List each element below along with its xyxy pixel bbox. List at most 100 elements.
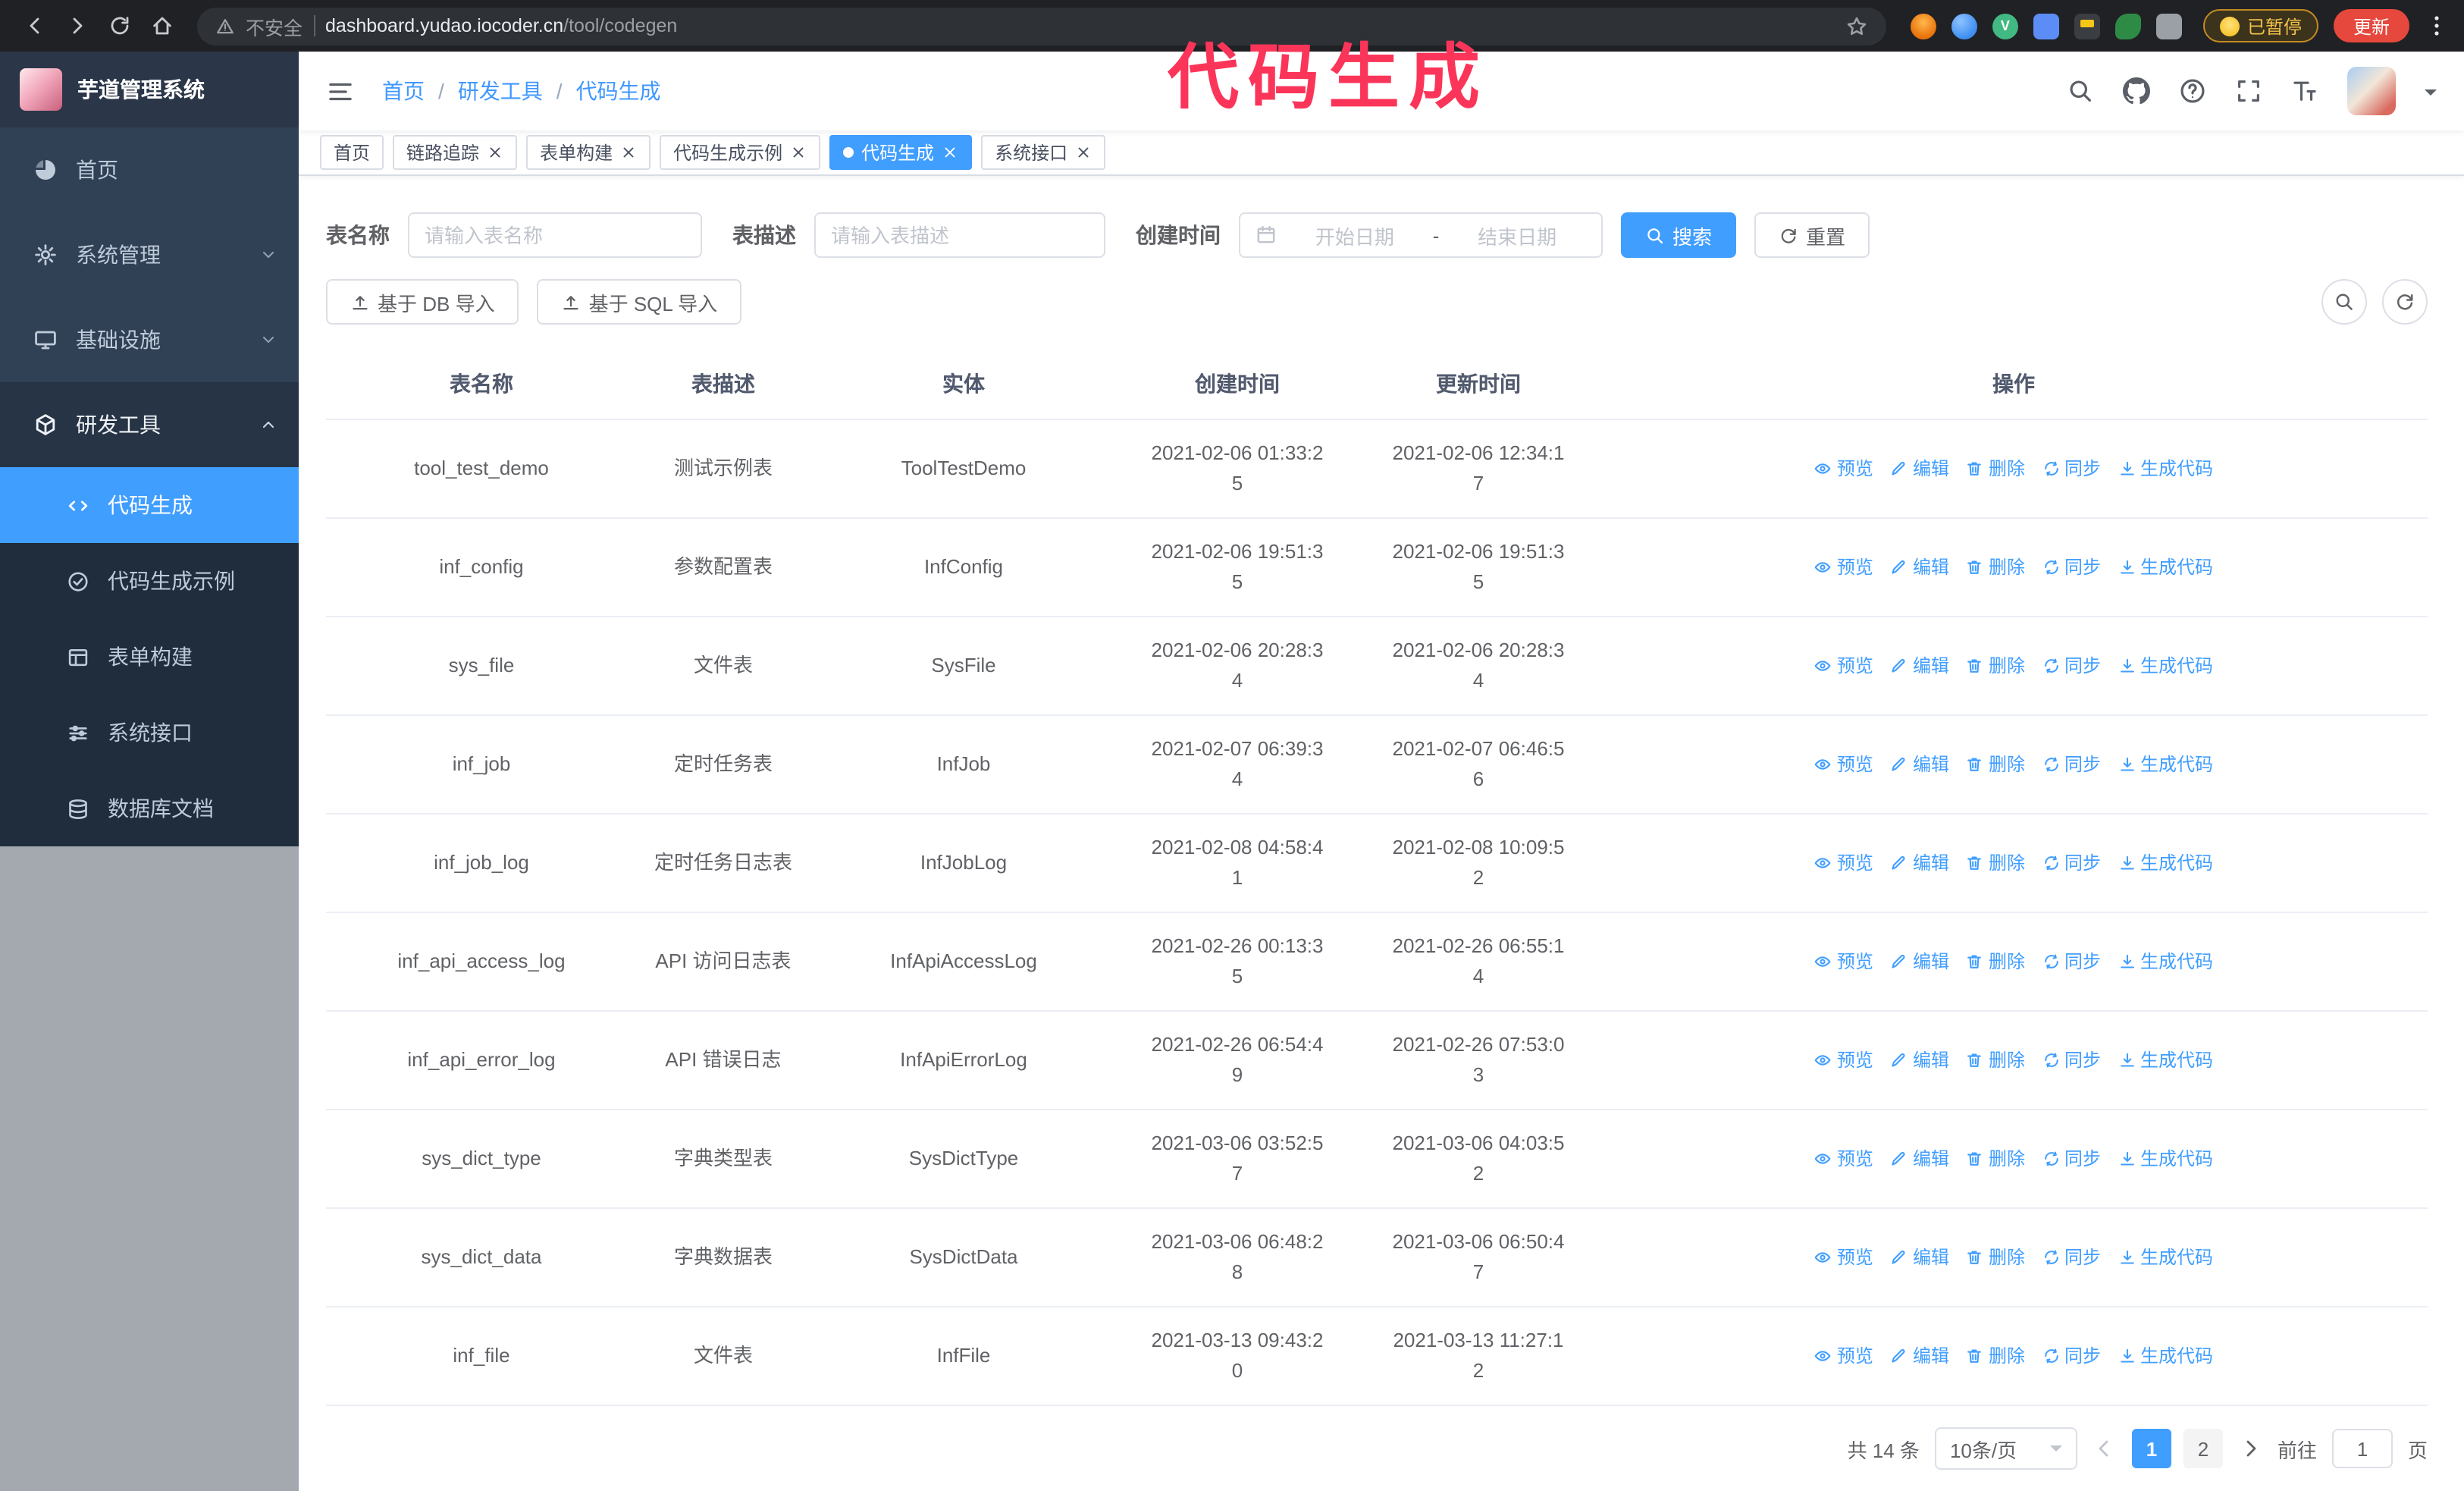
extension-icon-people[interactable] (2033, 13, 2059, 39)
action-preview[interactable]: 预览 (1814, 552, 1873, 582)
tab-form-build[interactable]: 表单构建 (526, 135, 651, 170)
sidebar-item-api[interactable]: 系统接口 (0, 695, 299, 771)
profile-paused-badge[interactable]: 已暂停 (2202, 9, 2318, 42)
extension-icon-fox[interactable] (1910, 13, 1936, 39)
tab-codegen[interactable]: 代码生成 (829, 135, 973, 170)
action-generate[interactable]: 生成代码 (2118, 1242, 2213, 1273)
action-generate[interactable]: 生成代码 (2118, 1045, 2213, 1075)
action-edit[interactable]: 编辑 (1890, 651, 1949, 681)
sidebar-item-devtools[interactable]: 研发工具 (0, 382, 299, 467)
action-edit[interactable]: 编辑 (1890, 552, 1949, 582)
browser-update-button[interactable]: 更新 (2333, 9, 2409, 42)
sidebar-item-system[interactable]: 系统管理 (0, 212, 299, 297)
browser-home-button[interactable] (143, 6, 182, 46)
font-size-icon[interactable] (2291, 77, 2318, 105)
action-generate[interactable]: 生成代码 (2118, 454, 2213, 484)
next-page-button[interactable] (2238, 1436, 2262, 1461)
tab-codegen-demo[interactable]: 代码生成示例 (660, 135, 821, 170)
action-edit[interactable]: 编辑 (1890, 749, 1949, 780)
action-edit[interactable]: 编辑 (1890, 946, 1949, 977)
fullscreen-icon[interactable] (2235, 77, 2262, 105)
github-icon[interactable] (2123, 77, 2150, 105)
extension-icon-leaf[interactable] (2114, 13, 2141, 39)
sidebar-item-db-doc[interactable]: 数据库文档 (0, 771, 299, 846)
import-sql-button[interactable]: 基于 SQL 导入 (537, 279, 742, 325)
header-search-icon[interactable] (2067, 77, 2094, 105)
action-generate[interactable]: 生成代码 (2118, 848, 2213, 878)
date-range-picker[interactable]: 开始日期 - 结束日期 (1239, 212, 1603, 258)
action-generate[interactable]: 生成代码 (2118, 552, 2213, 582)
action-delete[interactable]: 删除 (1966, 454, 2025, 484)
action-edit[interactable]: 编辑 (1890, 1045, 1949, 1075)
close-icon[interactable] (487, 144, 503, 161)
breadcrumb-item[interactable]: 首页 (382, 76, 425, 106)
action-delete[interactable]: 删除 (1966, 749, 2025, 780)
action-sync[interactable]: 同步 (2042, 1242, 2101, 1273)
action-sync[interactable]: 同步 (2042, 651, 2101, 681)
action-delete[interactable]: 删除 (1966, 1341, 2025, 1371)
import-db-button[interactable]: 基于 DB 导入 (326, 279, 519, 325)
sidebar-item-codegen-demo[interactable]: 代码生成示例 (0, 543, 299, 619)
tab-api[interactable]: 系统接口 (981, 135, 1106, 170)
action-edit[interactable]: 编辑 (1890, 1242, 1949, 1273)
table-name-input[interactable] (408, 212, 702, 258)
browser-back-button[interactable] (15, 6, 55, 46)
page-button-1[interactable]: 1 (2131, 1429, 2171, 1468)
sidebar-toggle-icon[interactable] (326, 77, 355, 105)
app-logo[interactable]: 芋道管理系统 (0, 52, 299, 127)
table-desc-input[interactable] (814, 212, 1105, 258)
action-sync[interactable]: 同步 (2042, 1341, 2101, 1371)
bookmark-star-icon[interactable] (1845, 14, 1868, 37)
goto-page-input[interactable] (2331, 1429, 2393, 1468)
action-preview[interactable]: 预览 (1814, 1341, 1873, 1371)
search-button[interactable]: 搜索 (1621, 212, 1737, 258)
action-preview[interactable]: 预览 (1814, 848, 1873, 878)
action-preview[interactable]: 预览 (1814, 946, 1873, 977)
breadcrumb-item[interactable]: 研发工具 (458, 76, 543, 106)
action-preview[interactable]: 预览 (1814, 749, 1873, 780)
action-generate[interactable]: 生成代码 (2118, 1341, 2213, 1371)
action-sync[interactable]: 同步 (2042, 749, 2101, 780)
action-generate[interactable]: 生成代码 (2118, 1144, 2213, 1174)
extension-icon-drop[interactable] (1951, 13, 1977, 39)
browser-forward-button[interactable] (58, 6, 97, 46)
action-delete[interactable]: 删除 (1966, 651, 2025, 681)
user-avatar[interactable] (2347, 67, 2396, 115)
action-preview[interactable]: 预览 (1814, 1045, 1873, 1075)
address-bar[interactable]: 不安全 dashboard.yudao.iocoder.cn/tool/code… (197, 7, 1886, 45)
refresh-table-button[interactable] (2382, 279, 2428, 325)
action-preview[interactable]: 预览 (1814, 454, 1873, 484)
help-icon[interactable] (2179, 77, 2206, 105)
extension-icon-card[interactable] (2074, 13, 2100, 39)
action-generate[interactable]: 生成代码 (2118, 651, 2213, 681)
close-icon[interactable] (620, 144, 637, 161)
action-preview[interactable]: 预览 (1814, 651, 1873, 681)
action-sync[interactable]: 同步 (2042, 848, 2101, 878)
action-delete[interactable]: 删除 (1966, 552, 2025, 582)
action-edit[interactable]: 编辑 (1890, 1144, 1949, 1174)
avatar-caret-icon[interactable] (2425, 89, 2437, 101)
action-edit[interactable]: 编辑 (1890, 1341, 1949, 1371)
page-size-select[interactable]: 10条/页 (1934, 1427, 2077, 1470)
action-sync[interactable]: 同步 (2042, 454, 2101, 484)
prev-page-button[interactable] (2093, 1436, 2117, 1461)
action-sync[interactable]: 同步 (2042, 946, 2101, 977)
breadcrumb-item[interactable]: 代码生成 (576, 76, 661, 106)
action-edit[interactable]: 编辑 (1890, 848, 1949, 878)
sidebar-item-form-build[interactable]: 表单构建 (0, 619, 299, 695)
action-delete[interactable]: 删除 (1966, 946, 2025, 977)
action-generate[interactable]: 生成代码 (2118, 946, 2213, 977)
vue-devtools-icon[interactable] (1992, 13, 2018, 39)
action-preview[interactable]: 预览 (1814, 1242, 1873, 1273)
close-icon[interactable] (942, 144, 958, 161)
sidebar-item-home[interactable]: 首页 (0, 127, 299, 212)
sidebar-item-infra[interactable]: 基础设施 (0, 297, 299, 382)
action-preview[interactable]: 预览 (1814, 1144, 1873, 1174)
action-sync[interactable]: 同步 (2042, 1144, 2101, 1174)
page-button-2[interactable]: 2 (2183, 1429, 2223, 1468)
close-icon[interactable] (1075, 144, 1092, 161)
action-delete[interactable]: 删除 (1966, 1045, 2025, 1075)
extensions-puzzle-icon[interactable] (2155, 13, 2182, 39)
action-delete[interactable]: 删除 (1966, 1144, 2025, 1174)
reset-button[interactable]: 重置 (1754, 212, 1870, 258)
